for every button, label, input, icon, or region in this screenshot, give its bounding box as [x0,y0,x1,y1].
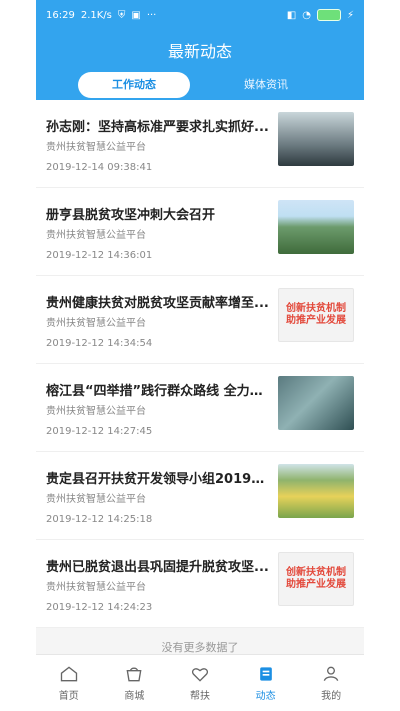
tab-mall[interactable]: 商城 [102,655,168,711]
news-thumbnail [278,200,354,254]
right-margin [364,0,400,711]
heart-icon [191,668,209,682]
tab-me-label: 我的 [321,691,342,702]
status-time: 16:29 [46,9,75,21]
news-title: 贵定县召开扶贫开发领导小组2019年... [46,472,274,487]
more-icon: ··· [146,9,157,21]
news-date: 2019-12-12 14:36:01 [46,250,153,261]
news-source: 贵州扶贫智慧公益平台 [46,582,146,593]
wifi-icon: ◔ [302,9,311,21]
news-item[interactable]: 榕江县“四举措”践行群众路线 全力以... 贵州扶贫智慧公益平台 2019-12… [36,364,364,452]
news-date: 2019-12-14 09:38:41 [46,162,153,173]
news-icon [259,667,272,681]
news-date: 2019-12-12 14:24:23 [46,602,153,613]
news-thumbnail [278,464,354,518]
sim-icon: ◧ [286,9,297,21]
tab-home[interactable]: 首页 [36,655,102,711]
status-bar: 16:29 2.1K/s ⛨ ▣ ··· ◧ ◔ ⚡ [36,0,364,30]
news-title: 贵州已脱贫退出县巩固提升脱贫攻坚... [46,560,269,575]
tab-news[interactable]: 动态 [233,655,299,711]
poster-line-2: 助推产业发展 [286,579,346,590]
tab-help[interactable]: 帮扶 [167,655,233,711]
tab-me[interactable]: 我的 [298,655,364,711]
news-source: 贵州扶贫智慧公益平台 [46,494,146,505]
news-thumbnail [278,376,354,430]
battery-icon [316,9,341,21]
news-item[interactable]: 贵州已脱贫退出县巩固提升脱贫攻坚... 贵州扶贫智慧公益平台 2019-12-1… [36,540,364,628]
bottom-tab-bar: 首页 商城 帮扶 动态 我的 [36,654,364,711]
news-item[interactable]: 贵州健康扶贫对脱贫攻坚贡献率增至... 贵州扶贫智慧公益平台 2019-12-1… [36,276,364,364]
app-screen: 16:29 2.1K/s ⛨ ▣ ··· ◧ ◔ ⚡ 最新动态 工作动态 媒体资… [36,0,364,711]
tab-help-label: 帮扶 [189,691,210,702]
news-source: 贵州扶贫智慧公益平台 [46,230,146,241]
news-title: 贵州健康扶贫对脱贫攻坚贡献率增至... [46,296,269,311]
news-list: 孙志刚：坚持高标准严要求扎实抓好... 贵州扶贫智慧公益平台 2019-12-1… [36,100,364,628]
news-date: 2019-12-12 14:34:54 [46,338,153,349]
phone: 16:29 2.1K/s ⛨ ▣ ··· ◧ ◔ ⚡ 最新动态 工作动态 媒体资… [0,0,400,711]
bag-icon [126,667,142,682]
news-title: 榕江县“四举措”践行群众路线 全力以... [46,384,274,399]
user-icon [323,666,339,681]
charging-icon: ⚡ [346,9,354,21]
network-speed: 2.1K/s [80,9,112,21]
poster-line-2: 助推产业发展 [286,315,346,326]
news-source: 贵州扶贫智慧公益平台 [46,406,146,417]
message-icon: ▣ [131,9,141,21]
tab-work-news[interactable]: 工作动态 [78,72,190,98]
news-thumbnail: 创新扶贫机制 助推产业发展 [278,552,354,606]
news-source: 贵州扶贫智慧公益平台 [46,142,146,153]
news-source: 贵州扶贫智慧公益平台 [46,318,146,329]
notification-icon: ⛨ [117,9,126,21]
tab-mall-label: 商城 [124,691,145,702]
poster-line-1: 创新扶贫机制 [286,303,346,314]
news-date: 2019-12-12 14:25:18 [46,514,153,525]
tab-switcher: 工作动态 媒体资讯 [36,72,364,100]
home-icon [60,666,77,682]
news-item[interactable]: 贵定县召开扶贫开发领导小组2019年... 贵州扶贫智慧公益平台 2019-12… [36,452,364,540]
tab-media-news[interactable]: 媒体资讯 [216,72,316,98]
news-date: 2019-12-12 14:27:45 [46,426,153,437]
poster-line-1: 创新扶贫机制 [286,567,346,578]
left-margin [0,0,36,711]
news-item[interactable]: 册亨县脱贫攻坚冲刺大会召开 贵州扶贫智慧公益平台 2019-12-12 14:3… [36,188,364,276]
page-title: 最新动态 [167,42,232,61]
news-item[interactable]: 孙志刚：坚持高标准严要求扎实抓好... 贵州扶贫智慧公益平台 2019-12-1… [36,100,364,188]
tab-news-label: 动态 [255,691,276,702]
news-thumbnail: 创新扶贫机制 助推产业发展 [278,288,354,342]
header: 最新动态 工作动态 媒体资讯 [36,30,364,100]
news-title: 孙志刚：坚持高标准严要求扎实抓好... [46,120,269,135]
tab-home-label: 首页 [58,691,79,702]
news-thumbnail [278,112,354,166]
news-title: 册亨县脱贫攻坚冲刺大会召开 [46,208,216,223]
